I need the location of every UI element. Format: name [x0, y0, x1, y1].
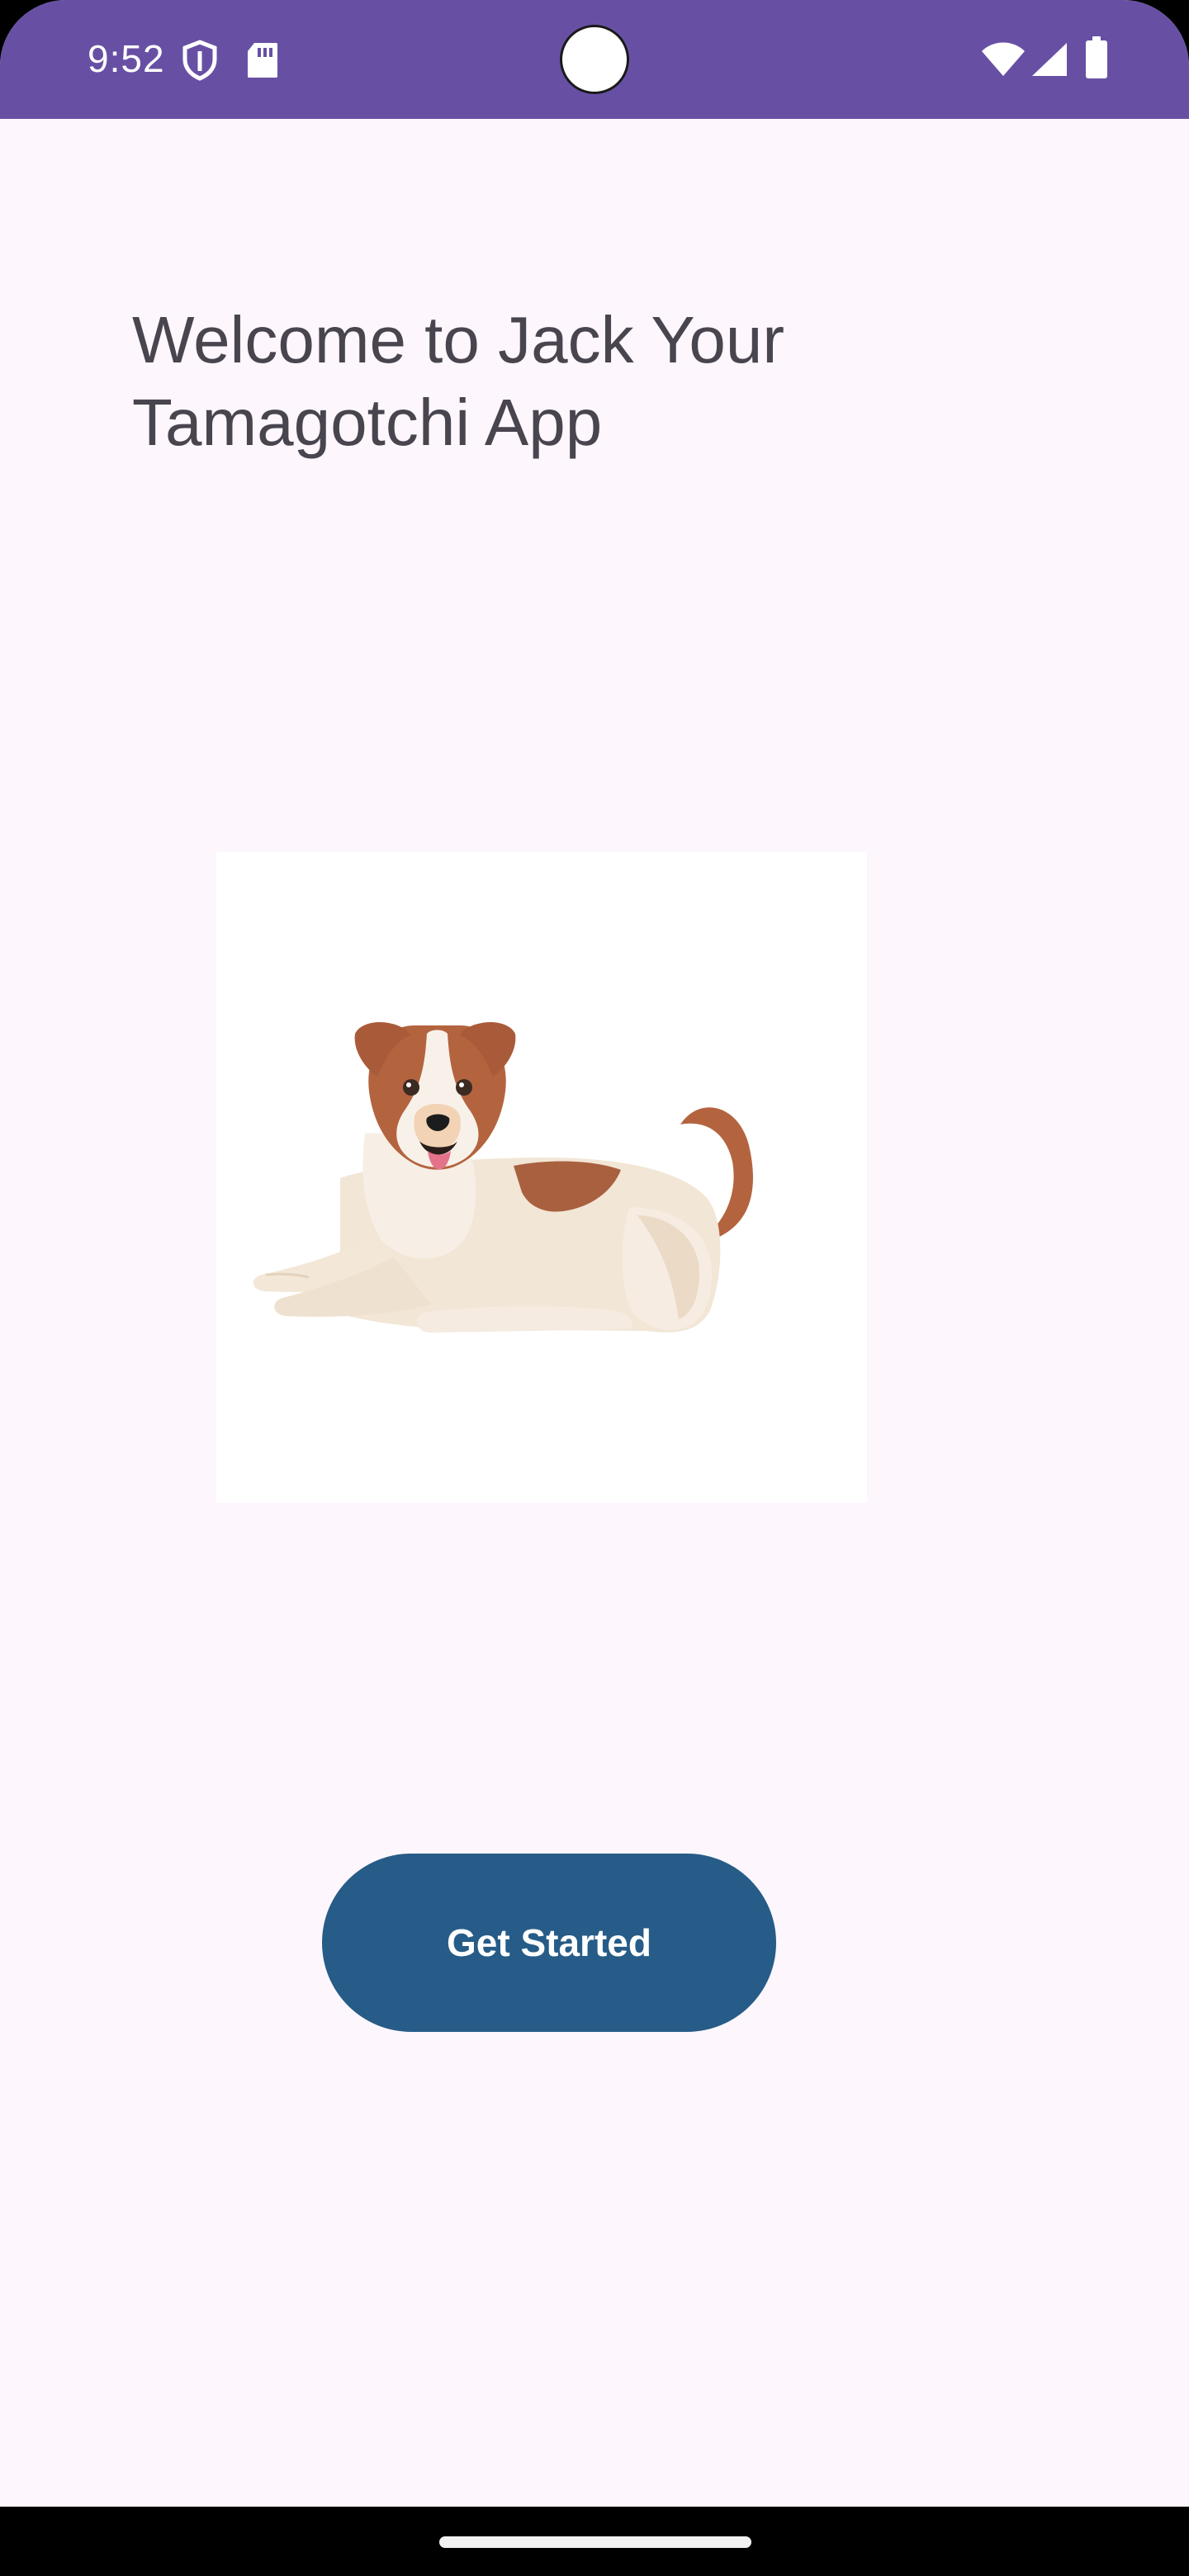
status-time: 9:52: [88, 37, 165, 80]
app-screen: 9:52 Welcome to Jack Your Tamagotchi App: [0, 0, 1189, 2576]
welcome-title: Welcome to Jack Your Tamagotchi App: [132, 303, 785, 459]
front-camera-cutout: [560, 25, 629, 94]
home-gesture-handle[interactable]: [439, 2536, 751, 2548]
navigation-bar: [0, 2507, 1189, 2576]
cellular-signal-icon: [1032, 43, 1067, 76]
dog-illustration-icon: [253, 1021, 753, 1333]
dog-image: [216, 852, 867, 1503]
get-started-button[interactable]: Get Started: [322, 1854, 776, 2032]
battery-icon: [1086, 36, 1107, 78]
sd-card-icon: [248, 43, 277, 78]
shield-icon: [182, 40, 217, 81]
status-bar: 9:52: [0, 0, 1189, 119]
wifi-icon: [982, 42, 1025, 76]
